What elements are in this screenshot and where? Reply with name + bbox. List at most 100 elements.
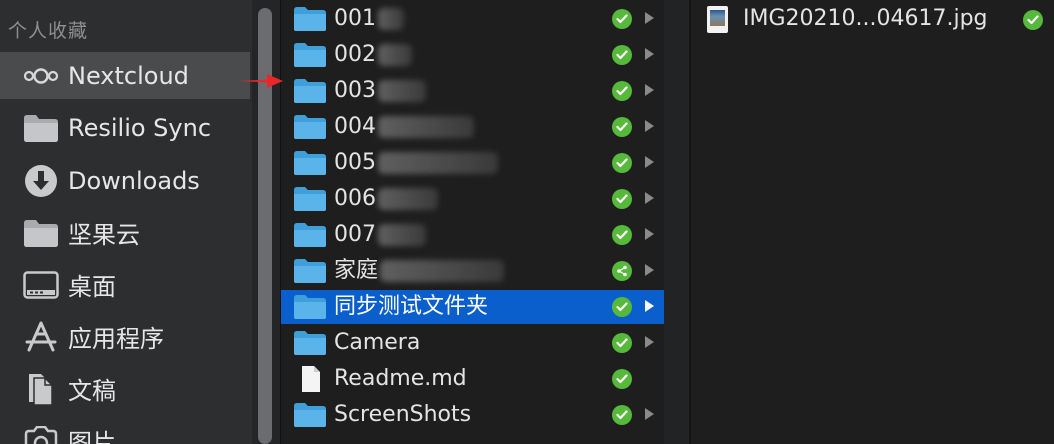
sidebar-item-nextcloud[interactable]: Nextcloud (0, 52, 250, 99)
list-item[interactable]: 004 (281, 110, 665, 144)
row-label: 005 (334, 150, 376, 175)
sync-ok-icon (1023, 10, 1043, 30)
chevron-right-icon (645, 336, 654, 348)
row-label: Camera (334, 330, 421, 355)
folder-icon (294, 151, 326, 175)
sidebar-item-documents[interactable]: 文稿 (0, 365, 250, 412)
list-item[interactable]: Readme.md (281, 362, 665, 396)
sync-ok-icon (612, 225, 632, 245)
chevron-right-icon (645, 264, 654, 276)
sidebar-item-label: Nextcloud (68, 61, 189, 90)
chevron-right-icon (645, 84, 654, 96)
row-label: 001 (334, 6, 376, 31)
row-label: Readme.md (334, 366, 467, 391)
sidebar-item-label: 文稿 (68, 377, 116, 405)
sidebar-item-label: 图片 (68, 429, 116, 444)
folder-icon (294, 43, 326, 67)
finder-window: 个人收藏 Nextcloud Resilio Sync Downloads 坚果… (0, 0, 1054, 444)
chevron-right-icon (645, 192, 654, 204)
list-item[interactable]: 003 (281, 74, 665, 108)
column-sync-test-folder: IMG20210...04617.jpg (691, 0, 1054, 444)
sidebar-item-pictures[interactable]: 图片 (0, 417, 250, 444)
list-item[interactable]: ScreenShots (281, 398, 665, 432)
chevron-right-icon (645, 300, 654, 312)
row-label: 007 (334, 222, 376, 247)
folder-icon (294, 115, 326, 139)
chevron-right-icon (645, 120, 654, 132)
list-item[interactable]: 002 (281, 38, 665, 72)
list-item[interactable]: 006 (281, 182, 665, 216)
sync-ok-icon (612, 369, 632, 389)
sync-ok-icon (612, 81, 632, 101)
chevron-right-icon (645, 12, 654, 24)
sidebar-item-label: Downloads (68, 166, 200, 195)
sidebar-item-downloads[interactable]: Downloads (0, 157, 250, 204)
chevron-right-icon (645, 48, 654, 60)
folder-icon (294, 331, 326, 355)
list-item[interactable]: 001 (281, 2, 665, 36)
list-item[interactable]: IMG20210...04617.jpg (691, 3, 1054, 37)
sidebar-item-resilio-sync[interactable]: Resilio Sync (0, 104, 250, 151)
column-nextcloud: 001 002 003 004 005 006 007 家庭 同步测试文件夹 C… (280, 0, 665, 444)
folder-icon (294, 223, 326, 247)
redacted-text (378, 80, 426, 102)
sidebar: 个人收藏 Nextcloud Resilio Sync Downloads 坚果… (0, 0, 252, 444)
row-label: 006 (334, 186, 376, 211)
sync-ok-icon (612, 189, 632, 209)
row-label: ScreenShots (334, 402, 472, 427)
sync-ok-icon (612, 297, 632, 317)
folder-icon (294, 187, 326, 211)
list-item-selected[interactable]: 同步测试文件夹 (281, 290, 665, 324)
sync-ok-icon (612, 405, 632, 425)
camera-icon (22, 422, 60, 444)
redacted-text (380, 260, 505, 282)
redacted-text (378, 188, 438, 210)
redacted-text (378, 44, 412, 66)
sync-ok-icon (612, 9, 632, 29)
column-scrollbar[interactable] (664, 0, 690, 444)
sidebar-item-label: Resilio Sync (68, 113, 212, 142)
sync-ok-icon (612, 153, 632, 173)
sidebar-item-label: 桌面 (68, 273, 116, 301)
sidebar-section-favorites: 个人收藏 (8, 20, 89, 42)
list-item[interactable]: 005 (281, 146, 665, 180)
nextcloud-icon (22, 57, 60, 95)
applications-icon (22, 318, 60, 356)
list-item[interactable]: 家庭 (281, 254, 665, 288)
row-label: 同步测试文件夹 (334, 294, 489, 319)
folder-icon (22, 109, 60, 147)
sidebar-item-applications[interactable]: 应用程序 (0, 313, 250, 360)
sidebar-item-desktop[interactable]: 桌面 (0, 261, 250, 308)
chevron-right-icon (645, 408, 654, 420)
folder-icon (294, 259, 326, 283)
documents-icon (22, 370, 60, 408)
redacted-text (378, 8, 404, 30)
shared-icon (612, 261, 632, 281)
sidebar-item-label: 应用程序 (68, 325, 164, 353)
sync-ok-icon (612, 117, 632, 137)
download-icon (22, 162, 60, 200)
sync-ok-icon (612, 333, 632, 353)
folder-icon (22, 214, 60, 252)
desktop-icon (22, 266, 60, 304)
image-thumbnail-icon (707, 6, 728, 33)
folder-icon (294, 79, 326, 103)
sidebar-scrollbar[interactable] (252, 0, 280, 444)
annotation-arrow-icon (239, 74, 283, 88)
chevron-right-icon (645, 156, 654, 168)
row-label: 003 (334, 78, 376, 103)
list-item[interactable]: Camera (281, 326, 665, 360)
redacted-text (378, 116, 474, 138)
folder-icon (294, 403, 326, 427)
chevron-right-icon (645, 228, 654, 240)
sidebar-item-jianguoyun[interactable]: 坚果云 (0, 209, 250, 256)
document-icon (302, 366, 320, 392)
row-label: 004 (334, 114, 376, 139)
folder-icon (294, 295, 326, 319)
file-label: IMG20210...04617.jpg (743, 6, 988, 31)
sync-ok-icon (612, 45, 632, 65)
list-item[interactable]: 007 (281, 218, 665, 252)
folder-icon (294, 7, 326, 31)
row-label: 家庭 (334, 258, 379, 283)
row-label: 002 (334, 42, 376, 67)
